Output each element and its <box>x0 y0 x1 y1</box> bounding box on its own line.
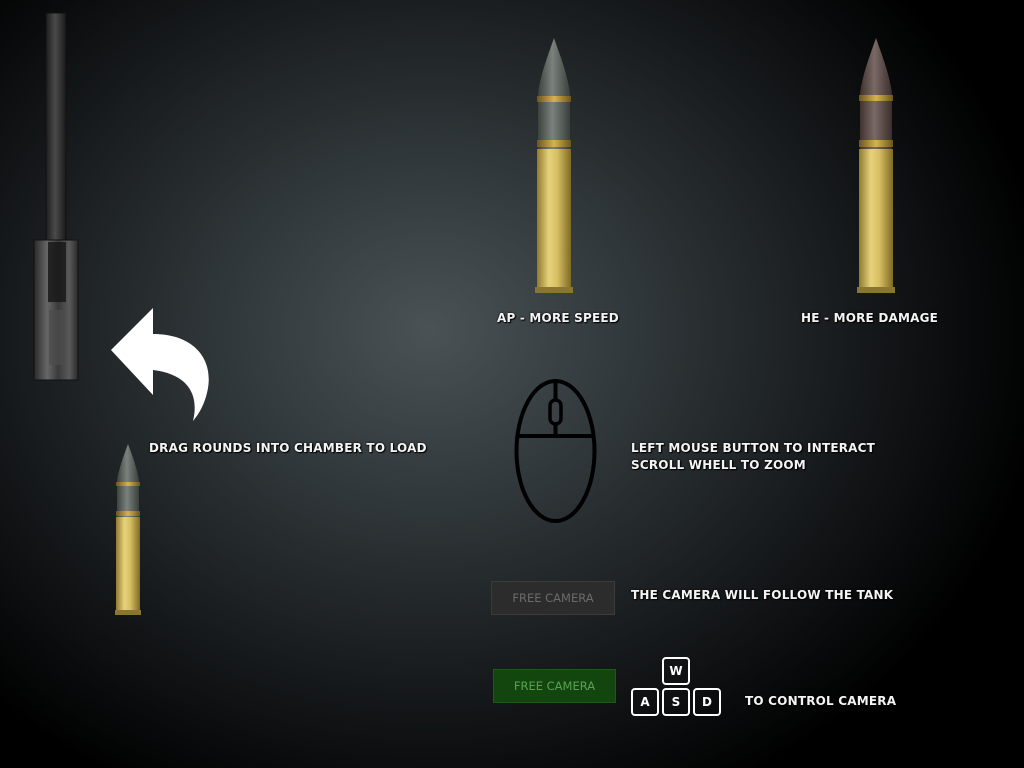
mouse-hint-interact: LEFT MOUSE BUTTON TO INTERACT <box>631 441 876 455</box>
camera-follow-description: THE CAMERA WILL FOLLOW THE TANK <box>631 588 894 602</box>
free-camera-button-on[interactable]: FREE CAMERA <box>493 669 616 703</box>
key-a: A <box>631 688 659 716</box>
he-round[interactable] <box>854 36 898 298</box>
key-w: W <box>662 657 690 685</box>
small-round[interactable] <box>113 442 143 618</box>
mouse-icon <box>514 379 597 523</box>
mouse-hint-zoom: SCROLL WHELL TO ZOOM <box>631 458 806 472</box>
free-camera-button-off[interactable]: FREE CAMERA <box>491 581 615 615</box>
gun-chamber[interactable] <box>30 10 82 385</box>
curved-arrow-icon <box>111 308 209 421</box>
camera-control-description: TO CONTROL CAMERA <box>745 694 897 708</box>
load-hint: DRAG ROUNDS INTO CHAMBER TO LOAD <box>149 441 427 455</box>
key-s: S <box>662 688 690 716</box>
ap-label: AP - MORE SPEED <box>497 311 619 325</box>
ap-round[interactable] <box>532 36 576 298</box>
key-d: D <box>693 688 721 716</box>
he-label: HE - MORE DAMAGE <box>801 311 939 325</box>
